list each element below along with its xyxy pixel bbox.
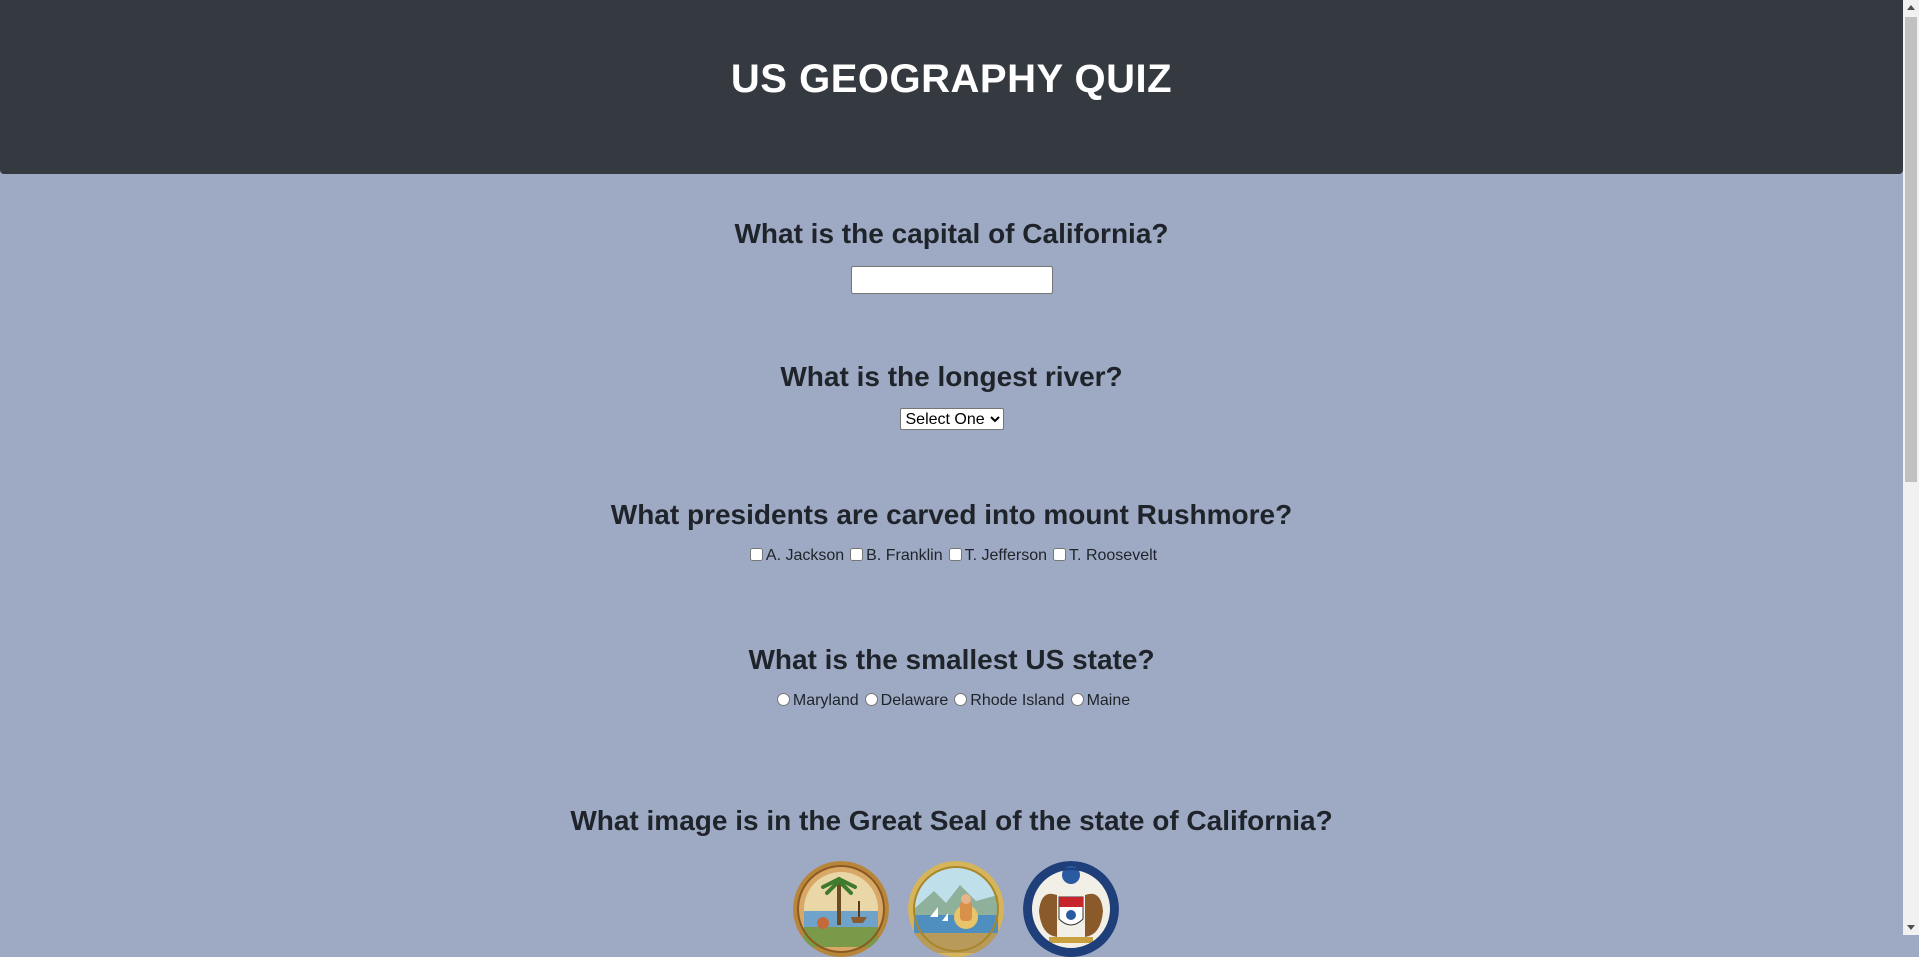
- rushmore-option-roosevelt[interactable]: T. Roosevelt: [1049, 547, 1157, 564]
- question-river-text: What is the longest river?: [780, 361, 1123, 392]
- scroll-up-arrow-icon[interactable]: [1907, 5, 1915, 10]
- rushmore-checkbox-franklin[interactable]: [850, 548, 864, 561]
- question-rushmore: What presidents are carved into mount Ru…: [0, 499, 1903, 565]
- river-select[interactable]: Select One: [899, 408, 1004, 430]
- page-title: US GEOGRAPHY QUIZ: [730, 56, 1173, 101]
- smallest-option-maryland[interactable]: Maryland: [773, 692, 859, 709]
- rushmore-option-franklin[interactable]: B. Franklin: [846, 547, 943, 564]
- scrollbar-thumb[interactable]: [1905, 17, 1917, 482]
- seal-images: [8, 861, 1903, 957]
- rushmore-checkbox-jackson[interactable]: [749, 548, 763, 561]
- page-header: US GEOGRAPHY QUIZ: [0, 0, 1903, 174]
- capital-answer-input[interactable]: [850, 266, 1053, 294]
- question-smallest-text: What is the smallest US state?: [748, 644, 1155, 675]
- vertical-scrollbar[interactable]: [1903, 0, 1919, 935]
- smallest-option-delaware[interactable]: Delaware: [861, 692, 948, 709]
- question-capital-text: What is the capital of California?: [734, 218, 1169, 249]
- smallest-radio-rhode-island[interactable]: [954, 693, 968, 706]
- smallest-radio-maryland[interactable]: [776, 693, 790, 706]
- rushmore-checkbox-jefferson[interactable]: [948, 548, 962, 561]
- missouri-seal-image[interactable]: [1022, 861, 1119, 957]
- smallest-radio-delaware[interactable]: [864, 693, 878, 706]
- scroll-down-arrow-icon[interactable]: [1907, 925, 1915, 930]
- question-river: What is the longest river? Select One: [0, 361, 1903, 430]
- rushmore-option-jackson[interactable]: A. Jackson: [746, 547, 844, 564]
- question-capital: What is the capital of California?: [0, 218, 1903, 294]
- smallest-options: Maryland Delaware Rhode Island Maine: [0, 692, 1903, 710]
- question-seal-text: What image is in the Great Seal of the s…: [570, 805, 1333, 836]
- question-rushmore-text: What presidents are carved into mount Ru…: [610, 499, 1293, 530]
- california-seal-image[interactable]: [907, 861, 1004, 957]
- rushmore-option-jefferson[interactable]: T. Jefferson: [945, 547, 1047, 564]
- rushmore-checkbox-roosevelt[interactable]: [1053, 548, 1067, 561]
- question-seal: What image is in the Great Seal of the s…: [0, 805, 1903, 957]
- rushmore-options: A. Jackson B. Franklin T. Jefferson T. Roos…: [0, 547, 1903, 565]
- smallest-radio-maine[interactable]: [1070, 693, 1084, 706]
- smallest-option-maine[interactable]: Maine: [1067, 692, 1130, 709]
- florida-seal-image[interactable]: [792, 861, 889, 957]
- question-smallest: What is the smallest US state? Maryland D…: [0, 644, 1903, 710]
- smallest-option-rhode-island[interactable]: Rhode Island: [950, 692, 1065, 709]
- quiz-page: US GEOGRAPHY QUIZ What is the capital of…: [0, 0, 1903, 957]
